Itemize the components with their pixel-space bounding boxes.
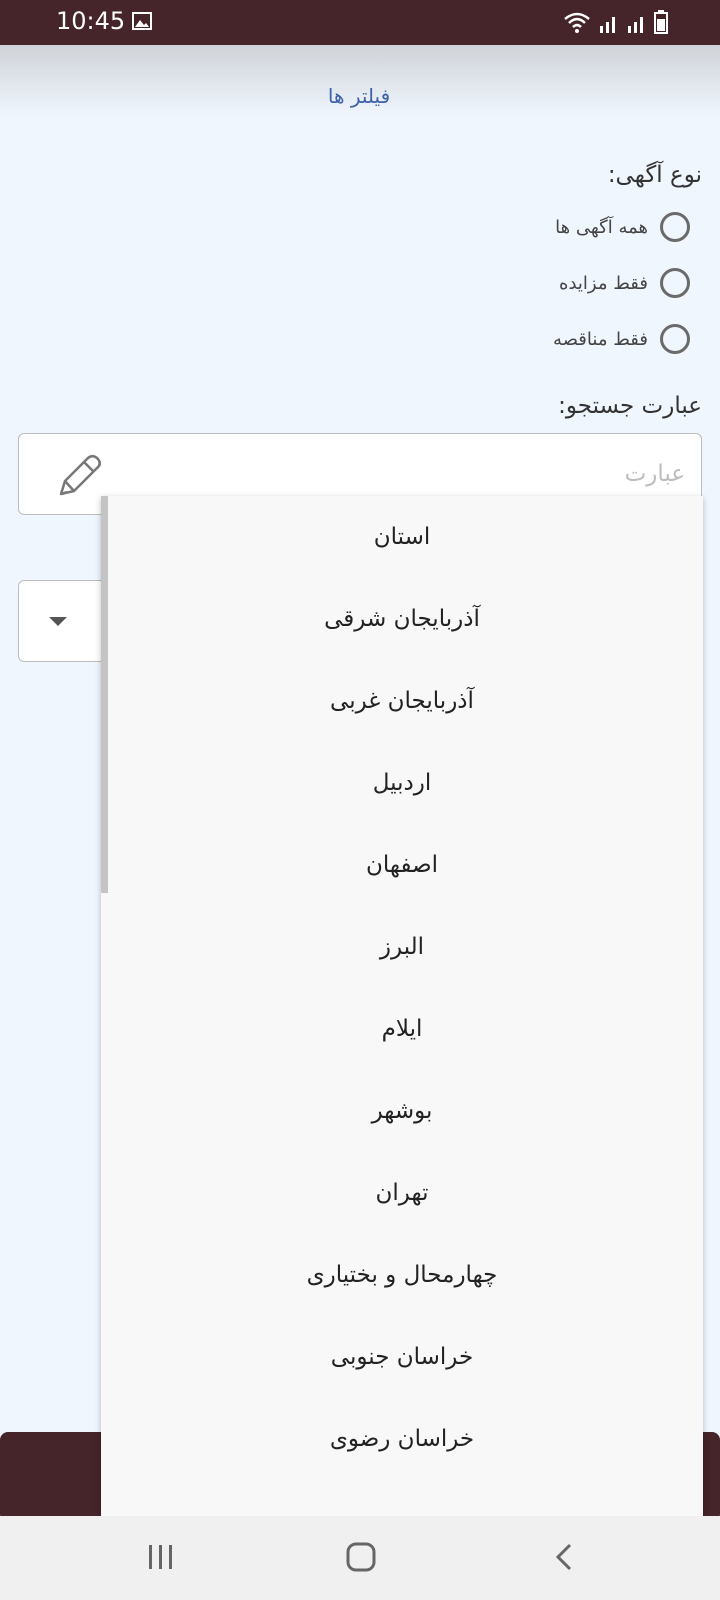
scrollbar[interactable] xyxy=(101,496,108,893)
navigation-bar xyxy=(0,1516,720,1600)
wifi-icon xyxy=(564,12,590,33)
back-icon[interactable] xyxy=(552,1542,576,1572)
dropdown-item[interactable]: آذربایجان غربی xyxy=(101,660,703,742)
signal-icon xyxy=(600,17,615,33)
dropdown-item[interactable]: استان xyxy=(101,496,703,578)
dropdown-item[interactable]: خراسان جنوبی xyxy=(101,1316,703,1398)
dropdown-item[interactable]: آذربایجان شرقی xyxy=(101,578,703,660)
search-label: عبارت جستجو: xyxy=(558,393,702,419)
radio-label: فقط مناقصه xyxy=(553,328,648,350)
radio-all-ads[interactable]: همه آگهی ها xyxy=(555,212,690,242)
search-input[interactable] xyxy=(123,452,687,496)
dropdown-item[interactable]: البرز xyxy=(101,906,703,988)
image-icon xyxy=(132,12,152,30)
radio-circle[interactable] xyxy=(660,324,690,354)
pencil-icon xyxy=(59,455,101,496)
dropdown-item[interactable]: تهران xyxy=(101,1152,703,1234)
radio-tender-only[interactable]: فقط مناقصه xyxy=(553,324,690,354)
dropdown-item[interactable]: ایلام xyxy=(101,988,703,1070)
ad-type-label: نوع آگهی: xyxy=(607,162,702,188)
dropdown-item[interactable]: اصفهان xyxy=(101,824,703,906)
status-bar: 10:45 xyxy=(0,0,720,45)
status-time: 10:45 xyxy=(56,7,126,35)
radio-circle[interactable] xyxy=(660,268,690,298)
dropdown-item[interactable]: بوشهر xyxy=(101,1070,703,1152)
radio-circle[interactable] xyxy=(660,212,690,242)
dropdown-item[interactable]: چهارمحال و بختیاری xyxy=(101,1234,703,1316)
chevron-down-icon xyxy=(49,617,67,626)
recent-apps-icon[interactable] xyxy=(146,1542,176,1572)
system-icons xyxy=(562,10,668,34)
province-dropdown-list[interactable]: استان آذربایجان شرقی آذربایجان غربی اردب… xyxy=(101,496,703,1516)
home-icon[interactable] xyxy=(345,1542,377,1572)
radio-label: فقط مزایده xyxy=(559,272,648,294)
radio-auction-only[interactable]: فقط مزایده xyxy=(559,268,690,298)
dropdown-item[interactable]: اردبیل xyxy=(101,742,703,824)
page-title: فیلتر ها xyxy=(327,84,391,108)
signal-icon xyxy=(628,17,643,33)
battery-icon xyxy=(654,10,668,34)
dropdown-item[interactable]: خراسان رضوی xyxy=(101,1398,703,1480)
radio-label: همه آگهی ها xyxy=(555,216,648,238)
